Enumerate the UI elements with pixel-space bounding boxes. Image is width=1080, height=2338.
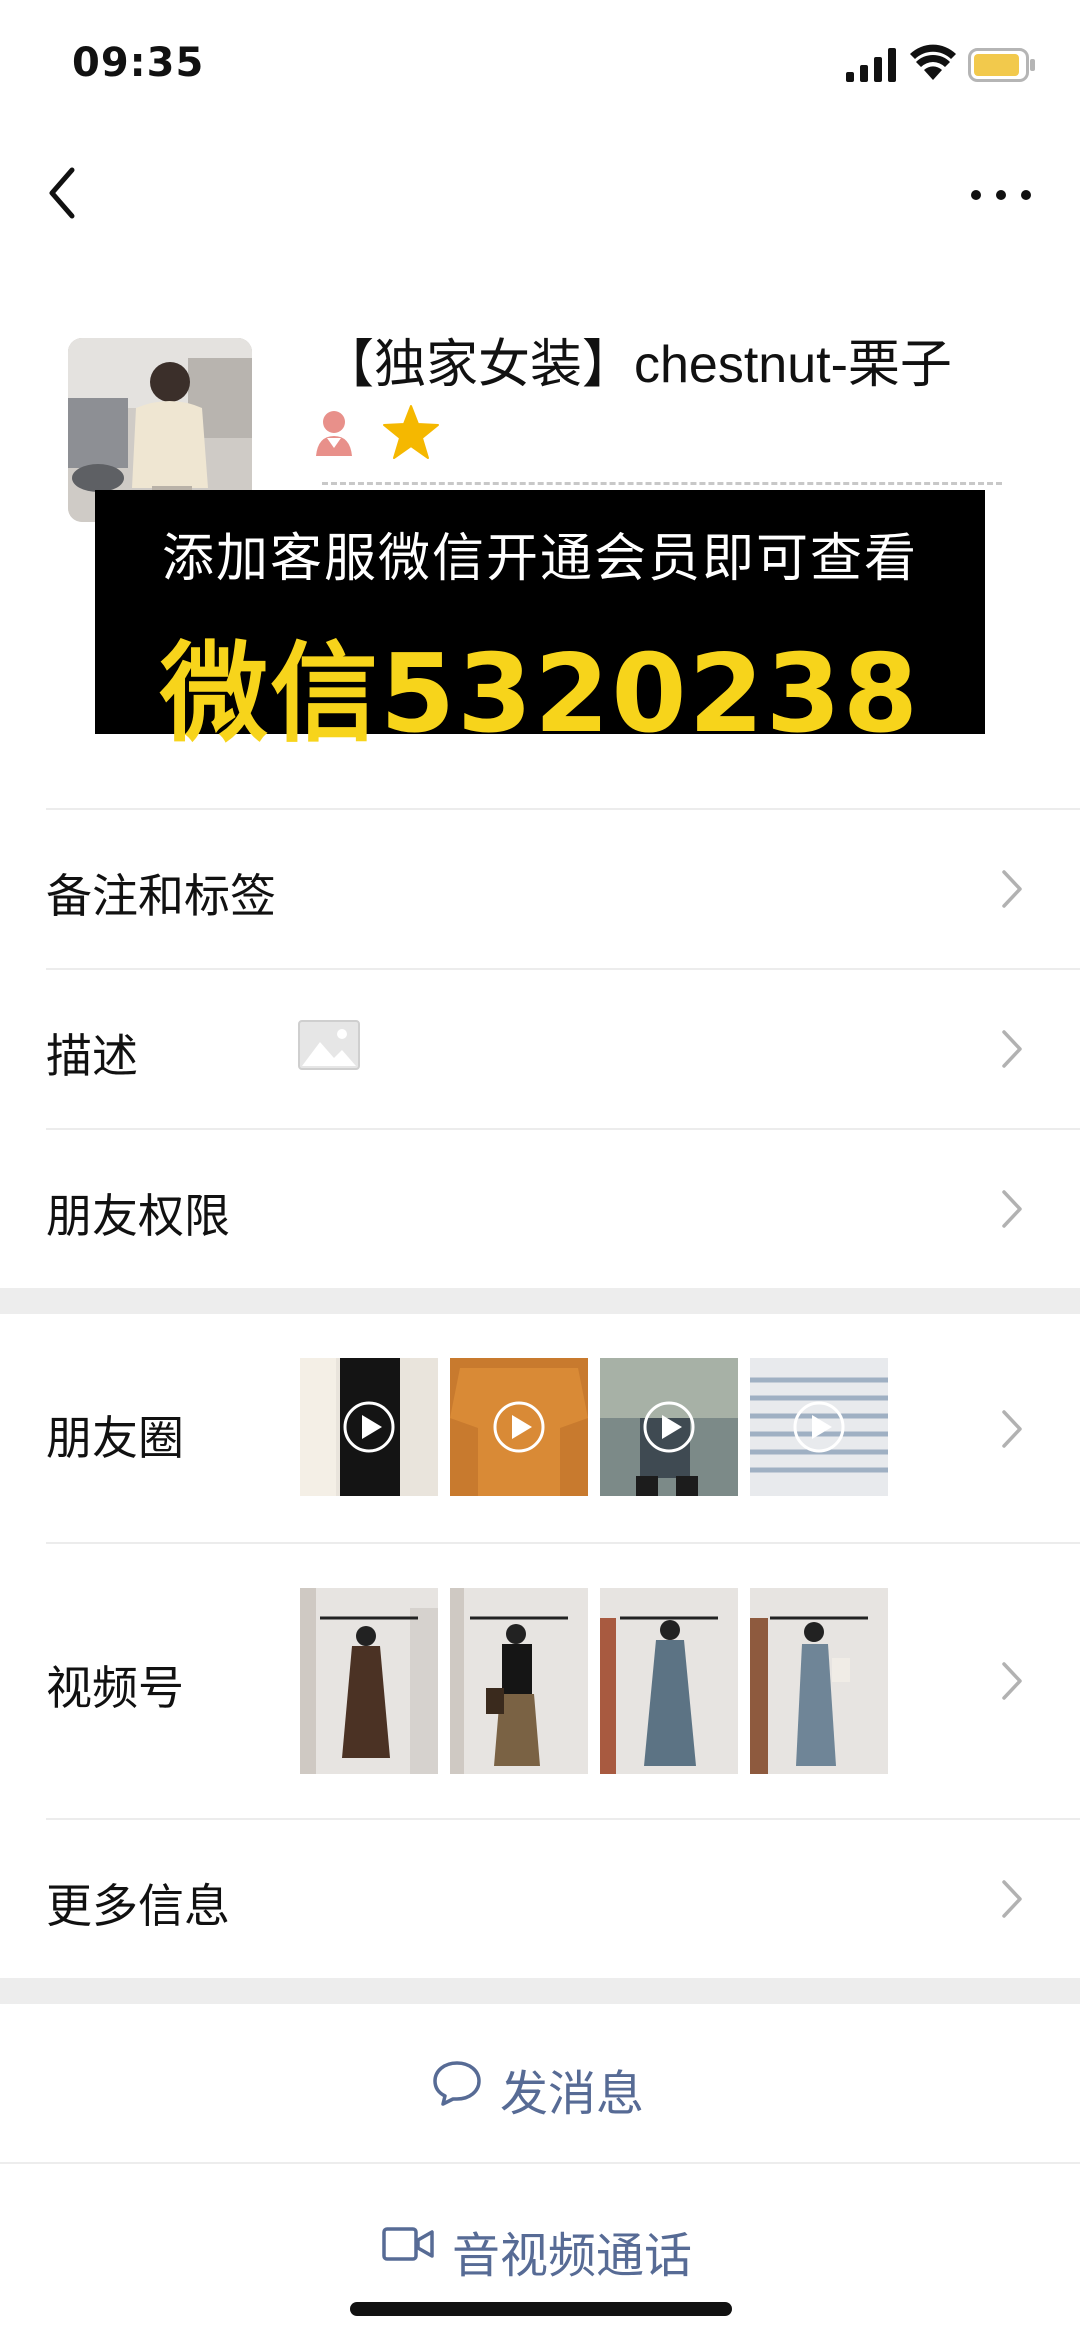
divider xyxy=(46,1542,1080,1544)
divider xyxy=(46,968,1080,970)
row-label: 更多信息 xyxy=(46,1879,230,1933)
row-remarks-tags[interactable]: 备注和标签 xyxy=(0,808,1080,968)
ellipsis-icon[interactable] xyxy=(966,170,1036,220)
channels-video-thumbnail[interactable] xyxy=(300,1588,438,1774)
promo-text: 添加客服微信开通会员即可查看 xyxy=(161,529,918,589)
home-indicator xyxy=(350,2302,732,2316)
channels-video-thumbnail[interactable] xyxy=(450,1588,588,1774)
row-label: 备注和标签 xyxy=(46,869,276,923)
cellular-signal-icon xyxy=(846,48,896,82)
channels-video-thumbnail[interactable] xyxy=(600,1588,738,1774)
star-icon xyxy=(383,405,439,459)
row-more-info[interactable]: 更多信息 xyxy=(0,1818,1080,1978)
video-camera-icon xyxy=(382,2227,434,2261)
channels-video-thumbnail[interactable] xyxy=(750,1588,888,1774)
moments-video-thumbnail[interactable] xyxy=(600,1358,738,1496)
divider xyxy=(46,1128,1080,1130)
row-moments[interactable]: 朋友圈 xyxy=(0,1314,1080,1542)
female-person-icon xyxy=(316,411,352,456)
battery-icon xyxy=(968,48,1035,82)
nav-bar xyxy=(0,130,1080,250)
promo-banner: 添加客服微信开通会员即可查看 微信5320238 xyxy=(95,490,985,757)
profile-header: 【独家女装】chestnut-栗子 添加客服微信开通会员即可查看 微信53202… xyxy=(0,250,1080,808)
row-friend-permissions[interactable]: 朋友权限 xyxy=(0,1128,1080,1288)
promo-wechat-id: 微信5320238 xyxy=(159,632,921,757)
chevron-right-icon xyxy=(1002,1662,1022,1700)
chevron-right-icon xyxy=(1002,1190,1022,1228)
contact-profile-screen: 09:35 【独家女装】chestnut-栗子 添加客服微信开通会员即可查看 微… xyxy=(0,0,1080,2338)
chevron-right-icon xyxy=(1002,1880,1022,1918)
wifi-icon xyxy=(910,44,956,80)
divider xyxy=(46,1818,1080,1820)
row-description[interactable]: 描述 xyxy=(0,968,1080,1128)
row-label: 视频号 xyxy=(46,1661,184,1715)
chevron-right-icon xyxy=(1002,1410,1022,1448)
image-placeholder-icon xyxy=(298,1020,360,1070)
status-bar: 09:35 xyxy=(0,0,1080,130)
send-message-button[interactable]: 发消息 xyxy=(0,2004,1080,2162)
send-message-label: 发消息 xyxy=(500,2066,645,2122)
moments-video-thumbnail[interactable] xyxy=(450,1358,588,1496)
row-channels[interactable]: 视频号 xyxy=(0,1542,1080,1818)
moments-video-thumbnail[interactable] xyxy=(750,1358,888,1496)
row-label: 朋友权限 xyxy=(46,1189,230,1243)
chevron-right-icon xyxy=(1002,1030,1022,1068)
contact-nickname: 【独家女装】chestnut-栗子 xyxy=(322,336,952,394)
row-label: 描述 xyxy=(46,1029,138,1083)
chat-bubble-icon xyxy=(433,2061,481,2106)
divider xyxy=(46,808,1080,810)
row-label: 朋友圈 xyxy=(46,1411,184,1465)
chevron-left-icon[interactable] xyxy=(40,158,90,228)
moments-video-thumbnail[interactable] xyxy=(300,1358,438,1496)
av-call-label: 音视频通话 xyxy=(452,2228,693,2284)
chevron-right-icon xyxy=(1002,870,1022,908)
status-time: 09:35 xyxy=(72,40,205,86)
